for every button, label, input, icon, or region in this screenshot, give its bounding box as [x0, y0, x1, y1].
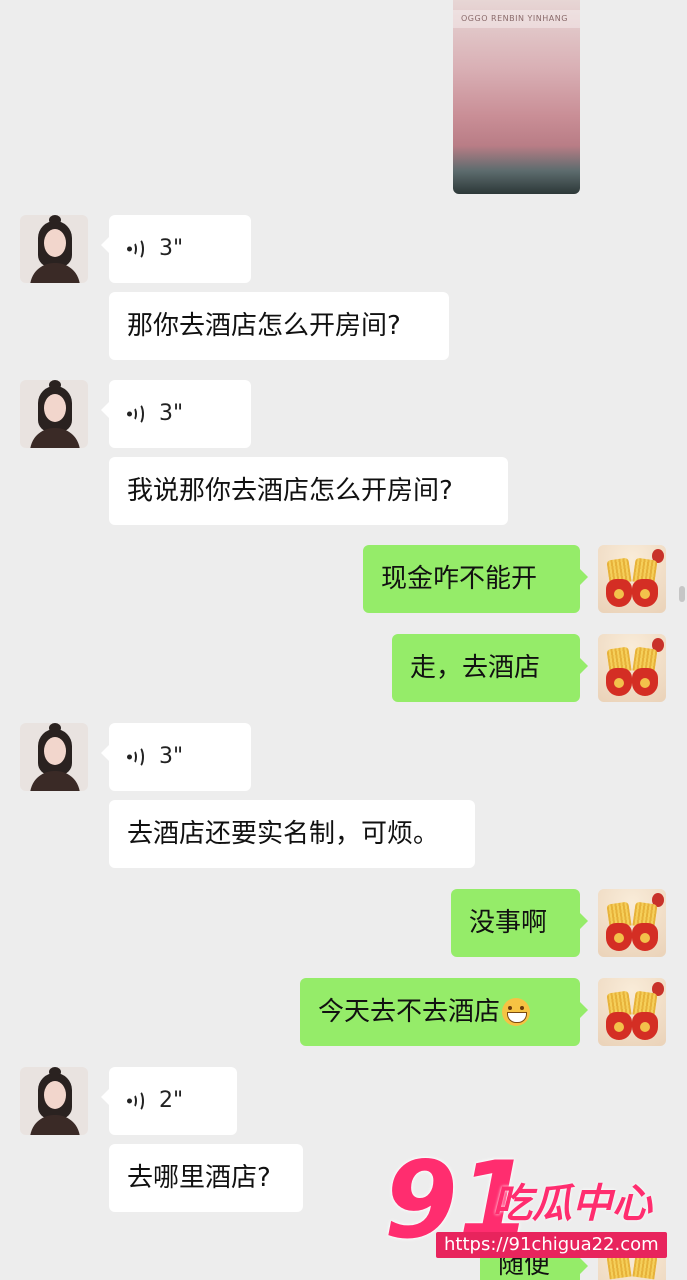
- sent-photo-message[interactable]: OGGO RENBIN YINHANG: [453, 0, 580, 194]
- voice-message[interactable]: 3": [101, 380, 251, 448]
- my-avatar[interactable]: [598, 545, 666, 613]
- watermark-url: https://91chigua22.com: [436, 1232, 667, 1258]
- voice-duration: 2": [159, 1088, 184, 1113]
- my-avatar[interactable]: [598, 634, 666, 702]
- voice-wave-icon: [127, 402, 149, 426]
- my-avatar[interactable]: [598, 889, 666, 957]
- message-text: 我说那你去酒店怎么开房间?: [127, 476, 453, 506]
- watermark-brand: 吃瓜中心: [492, 1181, 652, 1227]
- contact-avatar[interactable]: [20, 380, 88, 448]
- voice-message[interactable]: 3": [101, 723, 251, 791]
- banknote-text: OGGO RENBIN YINHANG: [461, 14, 568, 23]
- message-text: 走，去酒店: [410, 653, 541, 683]
- my-text-message[interactable]: 没事啊: [451, 889, 588, 957]
- my-text-message[interactable]: 今天去不去酒店: [300, 978, 588, 1046]
- message-text: 没事啊: [469, 908, 548, 938]
- scrollbar[interactable]: [679, 586, 685, 602]
- message-text: 现金咋不能开: [381, 564, 538, 594]
- text-message[interactable]: 去哪里酒店?: [109, 1144, 303, 1212]
- voice-wave-icon: [127, 1089, 149, 1113]
- message-text: 去哪里酒店?: [127, 1163, 271, 1193]
- contact-avatar[interactable]: [20, 1067, 88, 1135]
- message-text: 今天去不去酒店: [318, 997, 501, 1027]
- voice-wave-icon: [127, 745, 149, 769]
- voice-message[interactable]: 2": [101, 1067, 237, 1135]
- grinning-face-icon: [502, 998, 531, 1026]
- voice-wave-icon: [127, 237, 149, 261]
- text-message[interactable]: 那你去酒店怎么开房间?: [109, 292, 449, 360]
- my-avatar[interactable]: [598, 978, 666, 1046]
- voice-duration: 3": [159, 401, 184, 426]
- message-text: 去酒店还要实名制，可烦。: [127, 819, 440, 849]
- my-text-message[interactable]: 走，去酒店: [392, 634, 588, 702]
- text-message[interactable]: 我说那你去酒店怎么开房间?: [109, 457, 508, 525]
- contact-avatar[interactable]: [20, 723, 88, 791]
- voice-message[interactable]: 3": [101, 215, 251, 283]
- text-message[interactable]: 去酒店还要实名制，可烦。: [109, 800, 475, 868]
- my-text-message[interactable]: 现金咋不能开: [363, 545, 588, 613]
- voice-duration: 3": [159, 236, 184, 261]
- voice-duration: 3": [159, 744, 184, 769]
- message-text: 那你去酒店怎么开房间?: [127, 311, 401, 341]
- contact-avatar[interactable]: [20, 215, 88, 283]
